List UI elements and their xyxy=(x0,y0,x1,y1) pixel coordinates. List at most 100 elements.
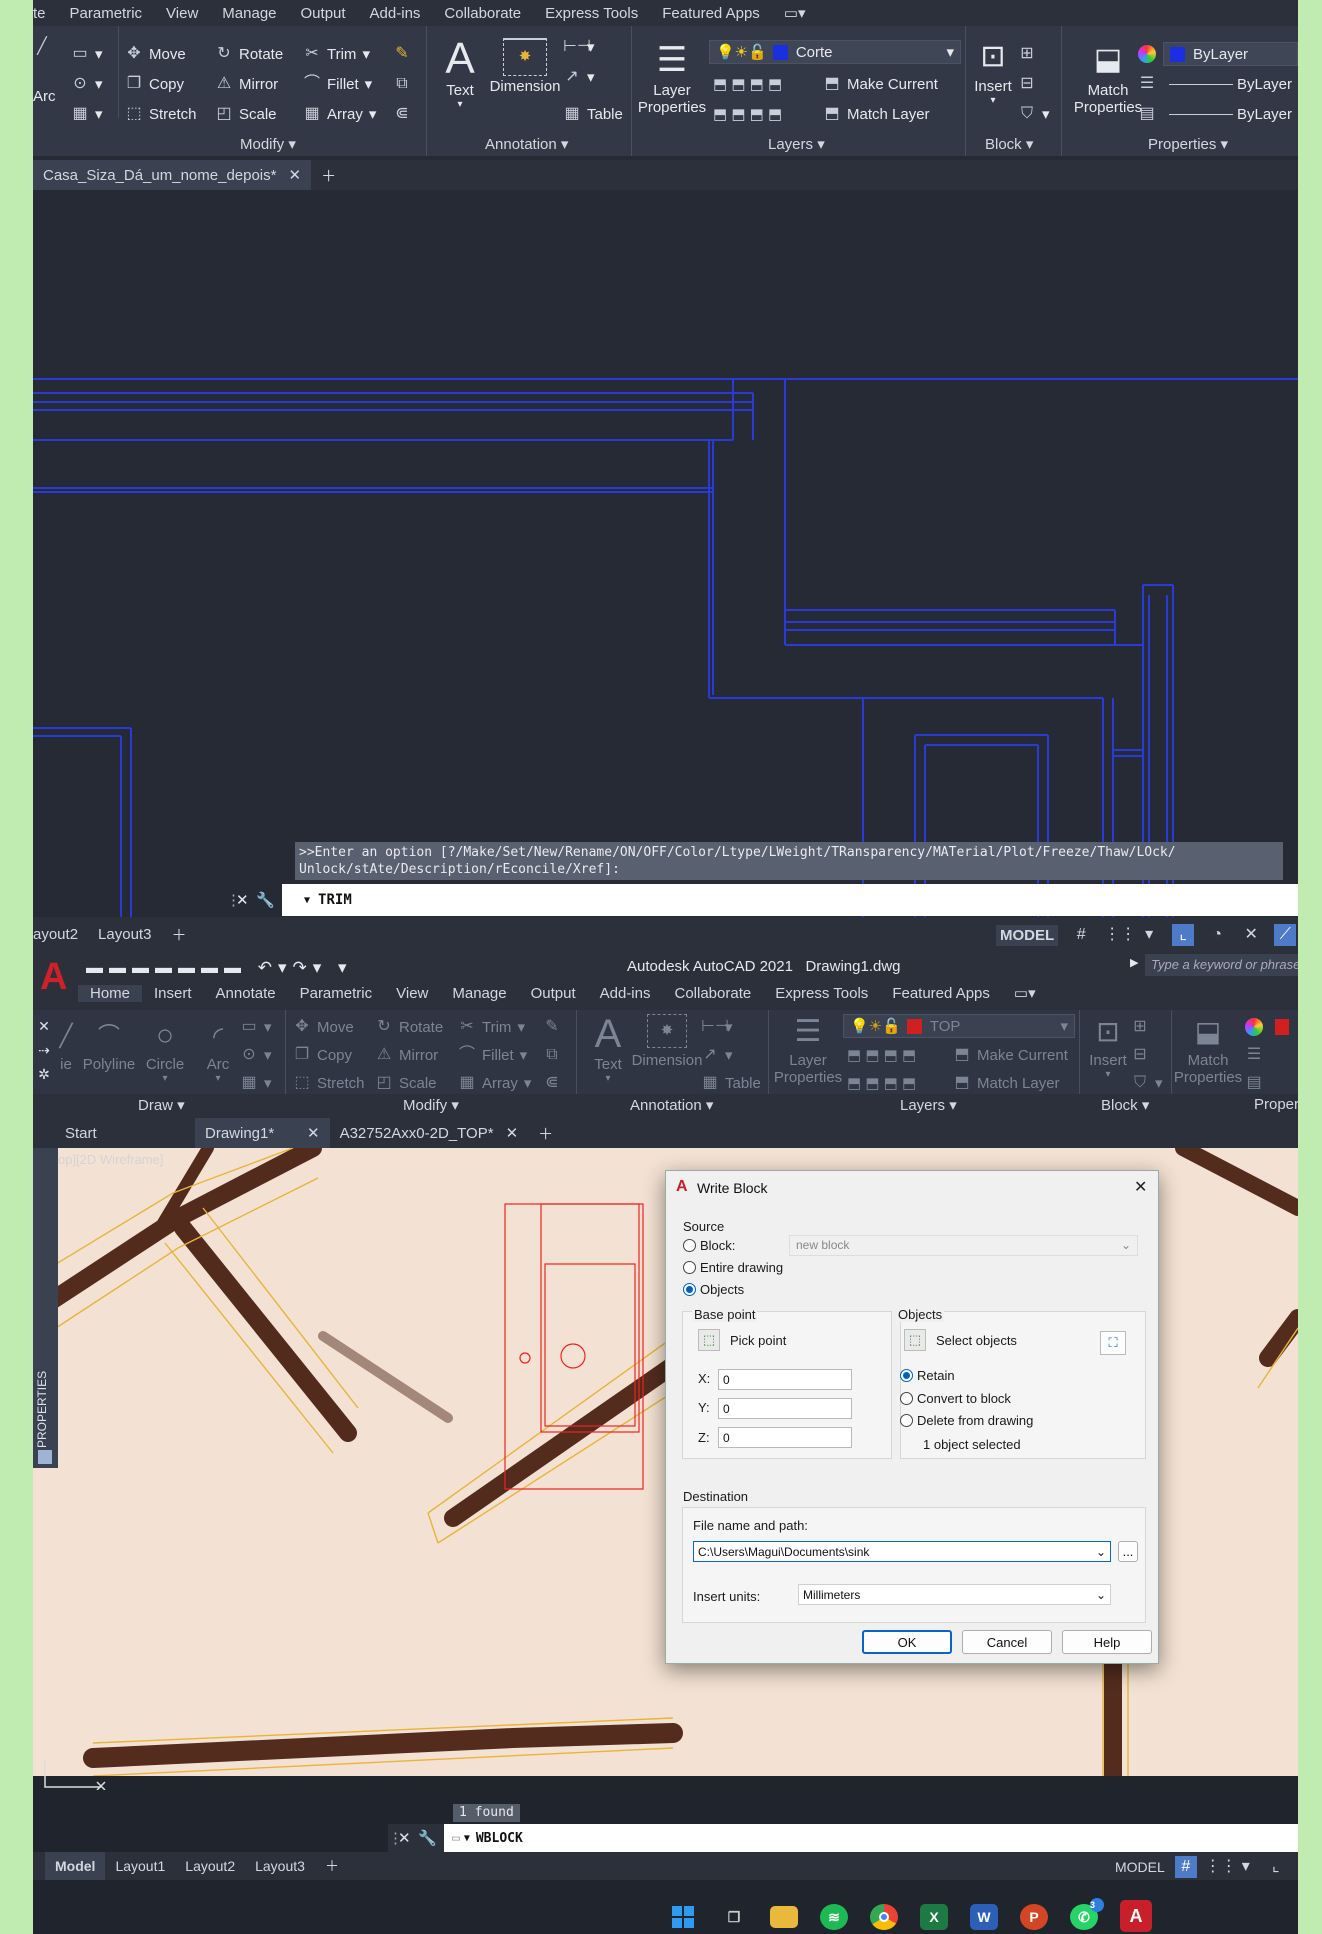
dimension-button[interactable]: ✸ Dimension xyxy=(631,1014,703,1069)
layer-dropdown[interactable]: 💡☀🔓 TOP ▾ xyxy=(843,1014,1075,1038)
move-button[interactable]: ✥ Move xyxy=(293,1018,353,1036)
menu-tab[interactable]: Collaborate xyxy=(662,985,763,1002)
layers-panel-label[interactable]: Layers ▾ xyxy=(900,1096,957,1114)
whatsapp-icon[interactable]: ✆ 3 xyxy=(1070,1898,1104,1930)
make-current-button[interactable]: ⬒ Make Current xyxy=(953,1046,1067,1064)
linetype-dropdown[interactable]: ByLayer xyxy=(1163,72,1298,96)
menu-tab-home[interactable]: Home xyxy=(78,984,143,1002)
file-explorer-icon[interactable] xyxy=(770,1906,798,1928)
menu-tab[interactable]: View xyxy=(384,985,440,1002)
annotation-panel-label[interactable]: Annotation ▾ xyxy=(485,135,568,153)
layout-tab[interactable]: Layout3 xyxy=(245,1852,315,1880)
block-attr-button[interactable]: ⛉ ▾ xyxy=(1018,105,1050,123)
layer-tools-row-2[interactable]: ⬒ ⬒ ⬒ ⬒ xyxy=(847,1074,916,1092)
properties-palette-strip[interactable]: PROPERTIES xyxy=(33,1148,58,1468)
explode-button[interactable]: ⧉ xyxy=(543,1046,561,1064)
leader-button[interactable]: ↗ ▾ xyxy=(701,1046,732,1064)
block-create-button[interactable]: ⊞ xyxy=(1131,1018,1149,1036)
drawing1-tab[interactable]: Drawing1* ✕ xyxy=(195,1118,330,1148)
document-tab[interactable]: Casa_Siza_Dá_um_nome_depois* ✕ xyxy=(33,160,312,190)
quick-select-icon[interactable]: ⛶ xyxy=(1100,1331,1126,1355)
command-input[interactable]: ▭ ▼ WBLOCK xyxy=(444,1824,1298,1852)
polar-icon[interactable]: ◔ xyxy=(1206,924,1228,946)
y-input[interactable]: 0 xyxy=(718,1398,852,1419)
menu-tab[interactable]: Manage xyxy=(210,5,288,22)
menu-tab[interactable]: Insert xyxy=(142,985,204,1002)
snap-icon[interactable]: ⋮⋮ xyxy=(1104,924,1136,946)
menu-tab[interactable]: te xyxy=(33,5,58,22)
file-path-input[interactable]: C:\Users\Magui\Documents\sink ⌄ xyxy=(693,1541,1111,1562)
close-icon[interactable]: ✕ xyxy=(307,1124,320,1142)
grid-icon[interactable]: # xyxy=(1174,1856,1197,1878)
select-objects-icon[interactable]: ⬚ xyxy=(904,1329,926,1351)
gradient-tool[interactable]: ▦ ▾ xyxy=(71,105,102,123)
block-radio[interactable]: Block: xyxy=(683,1238,735,1253)
hatch-tool[interactable]: ⊙ ▾ xyxy=(240,1046,271,1064)
explode-button[interactable]: ⧉ xyxy=(393,75,411,93)
text-button[interactable]: A Text ▾ xyxy=(435,36,485,111)
hatch-tool[interactable]: ⊙ ▾ xyxy=(71,75,102,93)
search-input[interactable]: Type a keyword or phrase xyxy=(1145,954,1298,976)
customize-icon[interactable]: 🔧 xyxy=(256,891,282,909)
fillet-button[interactable]: ⌒ Fillet ▾ xyxy=(458,1046,527,1064)
menu-tab[interactable]: Featured Apps xyxy=(880,985,1002,1002)
array-button[interactable]: ▦ Array ▾ xyxy=(458,1074,531,1092)
match-properties-button[interactable]: ⬓ Match Properties xyxy=(1173,1012,1243,1086)
snap-icon[interactable]: ⋮⋮ xyxy=(1205,1856,1237,1878)
powerpoint-icon[interactable]: P xyxy=(1020,1904,1048,1930)
offset-button[interactable]: ⋐ xyxy=(543,1074,561,1092)
retain-radio[interactable]: Retain xyxy=(900,1368,955,1383)
properties-panel-label[interactable]: Propert xyxy=(1254,1096,1298,1113)
menu-tab[interactable]: Collaborate xyxy=(432,5,533,22)
chevron-down-icon[interactable]: ▾ xyxy=(1235,1856,1257,1878)
draw-panel-label[interactable]: Draw ▾ xyxy=(138,1096,185,1114)
arc-tool[interactable]: Arc xyxy=(33,88,56,105)
delete-from-drawing-radio[interactable]: Delete from drawing xyxy=(900,1413,1033,1428)
text-button[interactable]: A Text ▾ xyxy=(583,1012,633,1084)
layer-properties-button[interactable]: ☰ Layer Properties xyxy=(637,38,707,116)
table-button[interactable]: ▦ Table xyxy=(701,1074,760,1092)
fillet-button[interactable]: ⌒ Fillet ▾ xyxy=(303,75,372,93)
match-properties-button[interactable]: ⬓ Match Properties xyxy=(1073,38,1143,116)
copy-button[interactable]: ❐ Copy xyxy=(293,1046,352,1064)
quick-access-toolbar[interactable]: ▬▬▬▬▬▬▬ ↶▾↷▾ ▾ xyxy=(86,958,353,978)
new-layout-button[interactable]: ＋ xyxy=(315,1852,349,1880)
array-button[interactable]: ▦ Array ▾ xyxy=(303,105,376,123)
layout-tab[interactable]: Layout2 xyxy=(175,1852,245,1880)
menu-tab[interactable]: Parametric xyxy=(58,5,155,22)
leader-button[interactable]: ↗ ▾ xyxy=(563,68,594,86)
osnap-icon[interactable]: ✕ xyxy=(1240,924,1262,946)
model-space-button[interactable]: MODEL xyxy=(1113,1859,1167,1875)
polar-icon[interactable]: ◔ xyxy=(1295,1856,1298,1878)
ortho-icon[interactable]: ⌞ xyxy=(1265,1856,1287,1878)
help-button[interactable]: Help xyxy=(1062,1630,1152,1654)
close-icon[interactable]: ✕ xyxy=(33,1014,55,1038)
menu-tab[interactable]: Manage xyxy=(440,985,518,1002)
mirror-button[interactable]: ⚠ Mirror xyxy=(215,75,278,93)
rotate-button[interactable]: ↻ Rotate xyxy=(215,45,283,63)
modify-panel-label[interactable]: Modify ▾ xyxy=(240,135,296,153)
menu-tab[interactable]: Express Tools xyxy=(533,5,650,22)
chrome-icon[interactable] xyxy=(870,1904,898,1930)
close-icon[interactable]: ✕ xyxy=(506,1124,519,1142)
layout-tab[interactable]: ayout2 xyxy=(33,917,88,952)
block-attr-button[interactable]: ⛉ ▾ xyxy=(1131,1074,1163,1092)
pin-icon[interactable]: ⇢ xyxy=(33,1038,55,1062)
layout-tab[interactable]: Layout1 xyxy=(105,1852,175,1880)
cancel-button[interactable]: Cancel xyxy=(962,1630,1052,1654)
match-layer-button[interactable]: ⬒ Match Layer xyxy=(953,1074,1059,1092)
start-tab[interactable]: Start xyxy=(55,1118,195,1148)
line-tool[interactable]: ╱ xyxy=(33,38,51,56)
line-tool[interactable]: ╱ ie xyxy=(55,1016,77,1073)
match-layer-button[interactable]: ⬒ Match Layer xyxy=(823,105,929,123)
gradient-tool[interactable]: ▦ ▾ xyxy=(240,1074,271,1092)
stretch-button[interactable]: ⬚ Stretch xyxy=(125,105,196,123)
menu-tab[interactable]: Featured Apps xyxy=(650,5,772,22)
lineweight-dropdown[interactable]: ByLayer xyxy=(1163,102,1298,126)
insert-button[interactable]: ⊡ Insert ▾ xyxy=(968,36,1018,106)
grid-icon[interactable]: # xyxy=(1070,924,1092,946)
new-tab-button[interactable]: ＋ xyxy=(528,1118,563,1148)
make-current-button[interactable]: ⬒ Make Current xyxy=(823,75,937,93)
close-icon[interactable]: ✕ xyxy=(398,1829,418,1847)
menu-tab[interactable]: Output xyxy=(519,985,588,1002)
